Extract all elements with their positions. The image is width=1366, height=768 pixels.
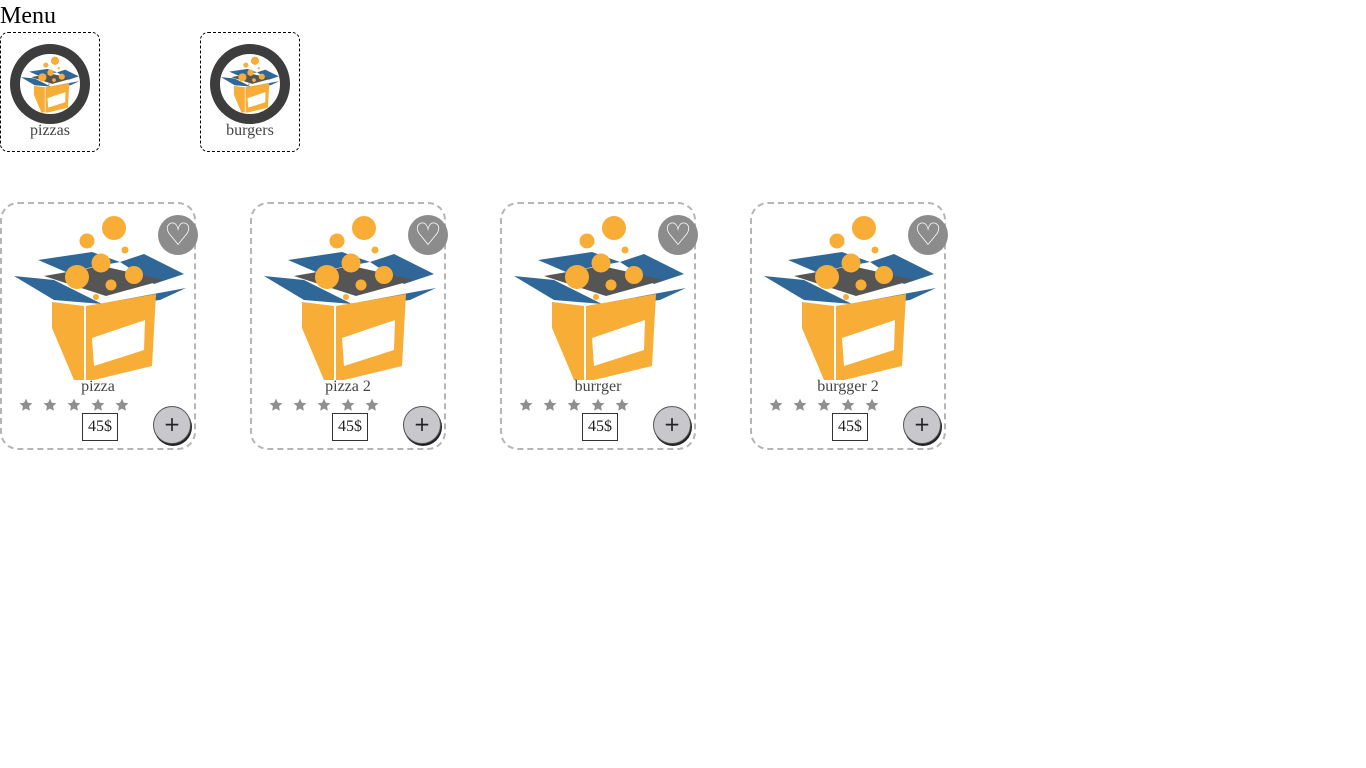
product-price: 45$: [332, 413, 368, 441]
product-price: 45$: [582, 413, 618, 441]
star-icon[interactable]: [543, 398, 557, 412]
star-icon[interactable]: [793, 398, 807, 412]
star-icon[interactable]: [519, 398, 533, 412]
star-icon[interactable]: [615, 398, 629, 412]
star-icon[interactable]: [115, 398, 129, 412]
product-card: ♡ burgger 2 45$ +: [750, 202, 948, 450]
product-card: ♡ pizza 45$ +: [0, 202, 198, 450]
product-price: 45$: [82, 413, 118, 441]
star-icon[interactable]: [67, 398, 81, 412]
favorite-heart-icon[interactable]: ♡: [158, 215, 198, 255]
star-icon[interactable]: [293, 398, 307, 412]
rating-stars[interactable]: [16, 398, 136, 414]
add-to-cart-button[interactable]: +: [653, 406, 691, 444]
menu-page: Menu pizzas burgers ♡ pizza 45$ + ♡ pizz…: [0, 0, 1366, 768]
favorite-heart-icon[interactable]: ♡: [408, 215, 448, 255]
star-icon[interactable]: [769, 398, 783, 412]
star-icon[interactable]: [269, 398, 283, 412]
page-title: Menu: [0, 3, 56, 29]
favorite-heart-icon[interactable]: ♡: [908, 215, 948, 255]
category-burgers[interactable]: burgers: [200, 32, 300, 152]
product-price: 45$: [832, 413, 868, 441]
rating-stars[interactable]: [266, 398, 386, 414]
star-icon[interactable]: [91, 398, 105, 412]
star-icon[interactable]: [19, 398, 33, 412]
product-card: ♡ pizza 2 45$ +: [250, 202, 448, 450]
category-label: burgers: [226, 122, 274, 139]
star-icon[interactable]: [317, 398, 331, 412]
star-icon[interactable]: [841, 398, 855, 412]
product-name: burgger 2: [817, 378, 879, 395]
category-label: pizzas: [30, 122, 70, 139]
open-box-icon: [210, 44, 290, 124]
add-to-cart-button[interactable]: +: [403, 406, 441, 444]
star-icon[interactable]: [341, 398, 355, 412]
star-icon[interactable]: [365, 398, 379, 412]
star-icon[interactable]: [591, 398, 605, 412]
product-name: burrger: [574, 378, 622, 395]
rating-stars[interactable]: [516, 398, 636, 414]
rating-stars[interactable]: [766, 398, 886, 414]
star-icon[interactable]: [817, 398, 831, 412]
star-icon[interactable]: [567, 398, 581, 412]
product-name: pizza 2: [325, 378, 371, 395]
favorite-heart-icon[interactable]: ♡: [658, 215, 698, 255]
star-icon[interactable]: [43, 398, 57, 412]
product-card: ♡ burrger 45$ +: [500, 202, 698, 450]
star-icon[interactable]: [865, 398, 879, 412]
add-to-cart-button[interactable]: +: [153, 406, 191, 444]
add-to-cart-button[interactable]: +: [903, 406, 941, 444]
category-pizzas[interactable]: pizzas: [0, 32, 100, 152]
open-box-icon: [10, 44, 90, 124]
product-name: pizza: [81, 378, 115, 395]
